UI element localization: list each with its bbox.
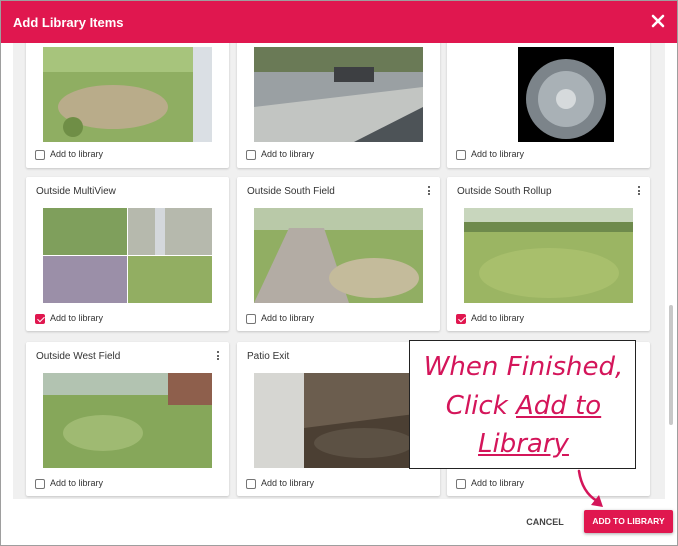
- camera-thumbnail[interactable]: [254, 47, 423, 142]
- camera-card: Outside South Field Add to library: [237, 177, 440, 331]
- add-to-library-label: Add to library: [261, 313, 315, 323]
- camera-card: Outside MultiView Add to library: [26, 177, 229, 331]
- callout-prefix: Click: [445, 391, 517, 421]
- instruction-callout: When Finished, Click Add to Library: [409, 340, 636, 469]
- callout-line-3: Library: [410, 429, 637, 459]
- camera-thumbnail[interactable]: [43, 47, 212, 142]
- camera-thumbnail[interactable]: [43, 373, 212, 468]
- camera-thumbnail[interactable]: [43, 208, 212, 303]
- add-to-library-checkbox[interactable]: [456, 314, 466, 324]
- camera-title: Outside South Field: [247, 186, 335, 197]
- callout-link-add-to: Add to: [516, 391, 602, 421]
- camera-thumbnail[interactable]: [254, 208, 423, 303]
- grid-scrollbar[interactable]: [667, 43, 675, 499]
- dialog-header: Add Library Items: [1, 1, 677, 43]
- add-to-library-checkbox[interactable]: [35, 150, 45, 160]
- camera-card: Outside South Rollup Add to library: [447, 177, 650, 331]
- add-to-library-label: Add to library: [50, 478, 104, 488]
- camera-thumbnail[interactable]: [464, 47, 633, 142]
- add-to-library-checkbox[interactable]: [456, 479, 466, 489]
- add-to-library-checkbox[interactable]: [246, 314, 256, 324]
- add-to-library-label: Add to library: [261, 149, 315, 159]
- add-to-library-checkbox[interactable]: [456, 150, 466, 160]
- add-to-library-checkbox[interactable]: [246, 150, 256, 160]
- callout-arrow-icon: [577, 469, 603, 507]
- add-to-library-label: Add to library: [50, 149, 104, 159]
- close-icon[interactable]: [649, 12, 667, 30]
- callout-line-1: When Finished,: [423, 352, 624, 382]
- camera-title: Outside West Field: [36, 351, 121, 362]
- scrollbar-thumb[interactable]: [669, 305, 673, 425]
- add-to-library-checkbox[interactable]: [35, 314, 45, 324]
- dialog-title: Add Library Items: [13, 15, 124, 30]
- camera-card: Add to library: [237, 43, 440, 168]
- add-to-library-checkbox[interactable]: [246, 479, 256, 489]
- camera-thumbnail[interactable]: [254, 373, 423, 468]
- callout-link-library: Library: [478, 429, 569, 459]
- camera-card: Outside West Field Add to library: [26, 342, 229, 496]
- add-to-library-checkbox[interactable]: [35, 479, 45, 489]
- add-library-items-dialog: Add Library Items Add to library Add to …: [0, 0, 678, 546]
- add-to-library-label: Add to library: [261, 478, 315, 488]
- camera-card: Add to library: [447, 43, 650, 168]
- add-to-library-label: Add to library: [471, 149, 525, 159]
- camera-card: Add to library: [26, 43, 229, 168]
- add-to-library-label: Add to library: [50, 313, 104, 323]
- camera-thumbnail[interactable]: [464, 208, 633, 303]
- callout-line-2: Click Add to: [410, 391, 637, 421]
- add-to-library-button[interactable]: ADD TO LIBRARY: [584, 510, 673, 533]
- add-to-library-label: Add to library: [471, 313, 525, 323]
- camera-title: Outside MultiView: [36, 186, 116, 197]
- more-options-icon[interactable]: [215, 351, 221, 363]
- camera-title: Patio Exit: [247, 351, 290, 362]
- more-options-icon[interactable]: [636, 186, 642, 198]
- more-options-icon[interactable]: [426, 186, 432, 198]
- add-to-library-label: Add to library: [471, 478, 525, 488]
- camera-title: Outside South Rollup: [457, 186, 552, 197]
- cancel-button[interactable]: CANCEL: [517, 511, 573, 533]
